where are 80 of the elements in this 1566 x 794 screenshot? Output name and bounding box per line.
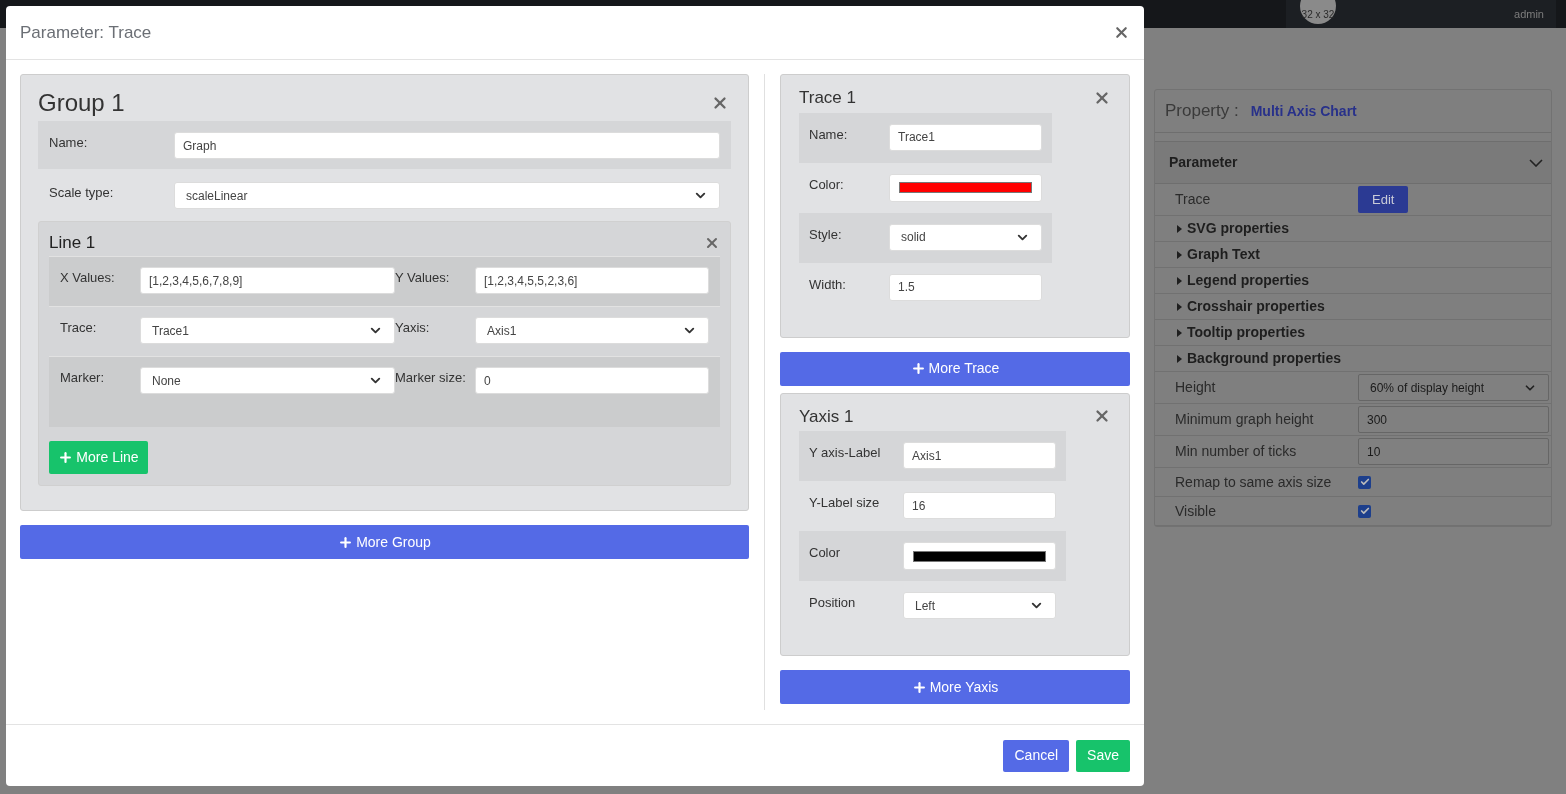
property-label: Remap to same axis size (1175, 472, 1333, 492)
plus-icon (911, 679, 927, 695)
input-field[interactable]: Graph (174, 132, 720, 159)
section-toggle[interactable]: SVG properties (1187, 218, 1289, 239)
select-field[interactable]: Axis1 (475, 317, 709, 344)
plus-icon (338, 534, 354, 550)
property-label: Minimum graph height (1175, 410, 1315, 429)
add-button[interactable]: More Yaxis (780, 670, 1130, 704)
user-role: admin (1514, 7, 1544, 22)
section-toggle[interactable]: Background properties (1187, 348, 1342, 369)
select-field[interactable]: Left (903, 592, 1056, 619)
field-label: Yaxis: (395, 319, 431, 337)
caret-right-icon (1177, 276, 1182, 285)
field-label: Y-Label size (809, 494, 881, 512)
select-field[interactable]: 60% of display height (1358, 374, 1549, 401)
field-label: Marker size: (395, 369, 467, 387)
input-field[interactable]: Axis1 (903, 442, 1056, 469)
property-label: Property : (1165, 100, 1239, 123)
input-field[interactable]: 10 (1358, 438, 1549, 465)
caret-right-icon (1177, 328, 1182, 337)
close-icon[interactable] (711, 94, 729, 112)
group-title: Group 1 (38, 88, 125, 118)
field-label: Scale type: (49, 184, 115, 202)
section-toggle[interactable]: Crosshair properties (1187, 296, 1325, 317)
field-label: Style: (809, 225, 843, 244)
field-label: Trace: (60, 319, 98, 337)
field-label: X Values: (60, 269, 116, 287)
input-field[interactable]: [1,2,3,4,5,5,2,3,6] (475, 267, 709, 294)
input-field[interactable]: 1.5 (889, 273, 1042, 301)
color-picker[interactable] (903, 542, 1056, 570)
field-label: Position (809, 594, 857, 612)
close-icon[interactable] (1113, 24, 1130, 41)
property-label: Trace (1175, 190, 1212, 209)
property-label: Height (1175, 378, 1217, 397)
property-label: Min number of ticks (1175, 442, 1298, 461)
caret-right-icon (1177, 250, 1182, 259)
card-title: Yaxis 1 (799, 405, 854, 428)
input-field[interactable]: 16 (903, 492, 1056, 519)
field-label: Name: (809, 125, 849, 144)
modal-title: Parameter: Trace (20, 21, 152, 44)
field-label: Marker: (60, 369, 106, 387)
section-header[interactable]: Parameter (1155, 141, 1551, 184)
line-title: Line 1 (49, 232, 96, 255)
section-toggle[interactable]: Graph Text (1187, 244, 1260, 265)
select-field[interactable]: solid (889, 223, 1042, 251)
property-value: Multi Axis Chart (1250, 101, 1357, 121)
checkbox[interactable] (1358, 504, 1371, 518)
card-title: Trace 1 (799, 87, 856, 109)
save-button[interactable]: Save (1076, 739, 1130, 772)
add-button[interactable]: More Group (20, 525, 749, 559)
avatar-text: 32 x 32 (1301, 9, 1335, 21)
user-menu[interactable]: 32 x 32 admin (1286, 0, 1556, 28)
field-label: Name: (49, 134, 89, 152)
caret-right-icon (1177, 302, 1182, 311)
color-picker[interactable] (889, 173, 1042, 202)
input-field[interactable]: [1,2,3,4,5,6,7,8,9] (140, 267, 395, 294)
field-label: Y Values: (395, 269, 451, 287)
checkbox[interactable] (1358, 475, 1371, 489)
field-label: Width: (809, 275, 847, 294)
add-button[interactable]: More Line (49, 441, 148, 474)
caret-right-icon (1177, 224, 1182, 233)
property-label: Visible (1175, 501, 1217, 521)
add-button[interactable]: More Trace (780, 351, 1130, 386)
section-toggle[interactable]: Tooltip properties (1187, 322, 1305, 343)
section-toggle[interactable]: Legend properties (1187, 270, 1310, 291)
edit-button[interactable]: Edit (1358, 186, 1409, 213)
cancel-button[interactable]: Cancel (1003, 739, 1070, 772)
field-label: Color: (809, 175, 845, 194)
input-field[interactable]: Trace1 (889, 123, 1042, 151)
input-field[interactable]: 300 (1358, 406, 1549, 433)
field-label: Color (809, 544, 842, 562)
caret-right-icon (1177, 354, 1182, 363)
input-field[interactable]: 0 (475, 367, 709, 394)
close-icon[interactable] (704, 235, 720, 251)
select-field[interactable]: scaleLinear (174, 182, 720, 209)
select-field[interactable]: None (140, 367, 395, 394)
field-label: Y axis-Label (809, 444, 882, 462)
plus-icon (910, 361, 926, 376)
plus-icon (58, 450, 74, 465)
select-field[interactable]: Trace1 (140, 317, 395, 344)
